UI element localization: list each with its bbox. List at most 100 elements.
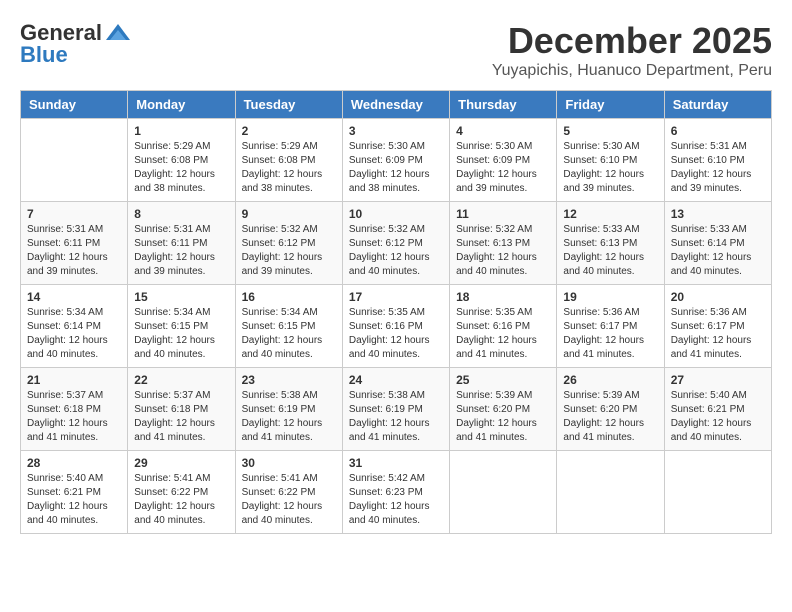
day-number: 24: [349, 373, 443, 387]
calendar-day-header: Tuesday: [235, 91, 342, 119]
calendar-cell: 4 Sunrise: 5:30 AM Sunset: 6:09 PM Daylig…: [450, 119, 557, 202]
day-info: Sunrise: 5:32 AM Sunset: 6:13 PM Dayligh…: [456, 223, 550, 279]
day-number: 31: [349, 456, 443, 470]
calendar-day-header: Wednesday: [342, 91, 449, 119]
day-number: 1: [134, 124, 228, 138]
calendar-cell: 2 Sunrise: 5:29 AM Sunset: 6:08 PM Daylig…: [235, 119, 342, 202]
logo-blue-text: Blue: [20, 42, 68, 68]
day-info: Sunrise: 5:32 AM Sunset: 6:12 PM Dayligh…: [242, 223, 336, 279]
day-number: 26: [563, 373, 657, 387]
calendar-day-header: Sunday: [21, 91, 128, 119]
day-info: Sunrise: 5:32 AM Sunset: 6:12 PM Dayligh…: [349, 223, 443, 279]
day-info: Sunrise: 5:37 AM Sunset: 6:18 PM Dayligh…: [134, 389, 228, 445]
day-number: 11: [456, 207, 550, 221]
day-info: Sunrise: 5:38 AM Sunset: 6:19 PM Dayligh…: [242, 389, 336, 445]
day-info: Sunrise: 5:41 AM Sunset: 6:22 PM Dayligh…: [242, 472, 336, 528]
day-number: 4: [456, 124, 550, 138]
day-info: Sunrise: 5:33 AM Sunset: 6:14 PM Dayligh…: [671, 223, 765, 279]
day-info: Sunrise: 5:30 AM Sunset: 6:10 PM Dayligh…: [563, 140, 657, 196]
calendar-week-row: 1 Sunrise: 5:29 AM Sunset: 6:08 PM Daylig…: [21, 119, 772, 202]
day-number: 14: [27, 290, 121, 304]
calendar-day-header: Saturday: [664, 91, 771, 119]
month-title: December 2025: [492, 20, 772, 62]
location-title: Yuyapichis, Huanuco Department, Peru: [492, 62, 772, 80]
calendar-cell: 5Sunrise: 5:30 AM Sunset: 6:10 PM Daylig…: [557, 119, 664, 202]
day-number: 17: [349, 290, 443, 304]
day-info: Sunrise: 5:29 AM Sunset: 6:08 PM Dayligh…: [134, 140, 228, 196]
calendar-cell: 15 Sunrise: 5:34 AM Sunset: 6:15 PM Dayli…: [128, 285, 235, 368]
day-info: Sunrise: 5:35 AM Sunset: 6:16 PM Dayligh…: [456, 306, 550, 362]
calendar-cell: 6Sunrise: 5:31 AM Sunset: 6:10 PM Daylig…: [664, 119, 771, 202]
day-number: 16: [242, 290, 336, 304]
calendar-cell: 20 Sunrise: 5:36 AM Sunset: 6:17 PM Dayli…: [664, 285, 771, 368]
calendar-cell: 10Sunrise: 5:32 AM Sunset: 6:12 PM Dayli…: [342, 202, 449, 285]
day-number: 19: [563, 290, 657, 304]
day-info: Sunrise: 5:30 AM Sunset: 6:09 PM Dayligh…: [456, 140, 550, 196]
calendar-cell: 30 Sunrise: 5:41 AM Sunset: 6:22 PM Dayli…: [235, 451, 342, 534]
calendar-cell: 31 Sunrise: 5:42 AM Sunset: 6:23 PM Dayli…: [342, 451, 449, 534]
calendar-cell: 7Sunrise: 5:31 AM Sunset: 6:11 PM Daylig…: [21, 202, 128, 285]
day-number: 29: [134, 456, 228, 470]
calendar-cell: 16Sunrise: 5:34 AM Sunset: 6:15 PM Dayli…: [235, 285, 342, 368]
day-info: Sunrise: 5:40 AM Sunset: 6:21 PM Dayligh…: [27, 472, 121, 528]
calendar-cell: [664, 451, 771, 534]
calendar-cell: [21, 119, 128, 202]
day-number: 8: [134, 207, 228, 221]
day-info: Sunrise: 5:31 AM Sunset: 6:11 PM Dayligh…: [134, 223, 228, 279]
day-info: Sunrise: 5:36 AM Sunset: 6:17 PM Dayligh…: [563, 306, 657, 362]
calendar-cell: 28 Sunrise: 5:40 AM Sunset: 6:21 PM Dayli…: [21, 451, 128, 534]
logo-icon: [104, 22, 132, 44]
calendar-cell: 14 Sunrise: 5:34 AM Sunset: 6:14 PM Dayli…: [21, 285, 128, 368]
day-number: 20: [671, 290, 765, 304]
day-number: 18: [456, 290, 550, 304]
day-info: Sunrise: 5:42 AM Sunset: 6:23 PM Dayligh…: [349, 472, 443, 528]
calendar-cell: 9Sunrise: 5:32 AM Sunset: 6:12 PM Daylig…: [235, 202, 342, 285]
day-info: Sunrise: 5:30 AM Sunset: 6:09 PM Dayligh…: [349, 140, 443, 196]
calendar-cell: 19 Sunrise: 5:36 AM Sunset: 6:17 PM Dayli…: [557, 285, 664, 368]
day-number: 13: [671, 207, 765, 221]
header: General Blue December 2025 Yuyapichis, H…: [20, 20, 772, 80]
calendar-week-row: 14 Sunrise: 5:34 AM Sunset: 6:14 PM Dayli…: [21, 285, 772, 368]
calendar-day-header: Friday: [557, 91, 664, 119]
day-number: 22: [134, 373, 228, 387]
calendar-cell: 22 Sunrise: 5:37 AM Sunset: 6:18 PM Dayli…: [128, 368, 235, 451]
day-number: 23: [242, 373, 336, 387]
day-number: 12: [563, 207, 657, 221]
day-number: 27: [671, 373, 765, 387]
day-number: 7: [27, 207, 121, 221]
calendar-cell: 17 Sunrise: 5:35 AM Sunset: 6:16 PM Dayli…: [342, 285, 449, 368]
calendar-cell: 1 Sunrise: 5:29 AM Sunset: 6:08 PM Daylig…: [128, 119, 235, 202]
day-info: Sunrise: 5:34 AM Sunset: 6:15 PM Dayligh…: [134, 306, 228, 362]
day-info: Sunrise: 5:41 AM Sunset: 6:22 PM Dayligh…: [134, 472, 228, 528]
day-info: Sunrise: 5:37 AM Sunset: 6:18 PM Dayligh…: [27, 389, 121, 445]
day-info: Sunrise: 5:39 AM Sunset: 6:20 PM Dayligh…: [456, 389, 550, 445]
calendar-cell: [450, 451, 557, 534]
calendar-header-row: SundayMondayTuesdayWednesdayThursdayFrid…: [21, 91, 772, 119]
calendar-cell: 8 Sunrise: 5:31 AM Sunset: 6:11 PM Daylig…: [128, 202, 235, 285]
day-info: Sunrise: 5:36 AM Sunset: 6:17 PM Dayligh…: [671, 306, 765, 362]
day-info: Sunrise: 5:31 AM Sunset: 6:10 PM Dayligh…: [671, 140, 765, 196]
day-number: 28: [27, 456, 121, 470]
calendar-cell: 11 Sunrise: 5:32 AM Sunset: 6:13 PM Dayli…: [450, 202, 557, 285]
calendar-week-row: 7 Sunrise: 5:31 AM Sunset: 6:11 PM Daylig…: [21, 202, 772, 285]
day-number: 30: [242, 456, 336, 470]
day-info: Sunrise: 5:38 AM Sunset: 6:19 PM Dayligh…: [349, 389, 443, 445]
day-number: 15: [134, 290, 228, 304]
calendar-cell: [557, 451, 664, 534]
day-number: 3: [349, 124, 443, 138]
calendar-cell: 23 Sunrise: 5:38 AM Sunset: 6:19 PM Dayli…: [235, 368, 342, 451]
calendar-cell: 12Sunrise: 5:33 AM Sunset: 6:13 PM Dayli…: [557, 202, 664, 285]
day-info: Sunrise: 5:40 AM Sunset: 6:21 PM Dayligh…: [671, 389, 765, 445]
day-number: 21: [27, 373, 121, 387]
calendar: SundayMondayTuesdayWednesdayThursdayFrid…: [20, 90, 772, 534]
title-area: December 2025 Yuyapichis, Huanuco Depart…: [492, 20, 772, 80]
day-info: Sunrise: 5:29 AM Sunset: 6:08 PM Dayligh…: [242, 140, 336, 196]
calendar-cell: 26Sunrise: 5:39 AM Sunset: 6:20 PM Dayli…: [557, 368, 664, 451]
day-info: Sunrise: 5:34 AM Sunset: 6:14 PM Dayligh…: [27, 306, 121, 362]
calendar-week-row: 21 Sunrise: 5:37 AM Sunset: 6:18 PM Dayli…: [21, 368, 772, 451]
calendar-week-row: 28 Sunrise: 5:40 AM Sunset: 6:21 PM Dayli…: [21, 451, 772, 534]
calendar-day-header: Thursday: [450, 91, 557, 119]
calendar-cell: 24 Sunrise: 5:38 AM Sunset: 6:19 PM Dayli…: [342, 368, 449, 451]
day-info: Sunrise: 5:35 AM Sunset: 6:16 PM Dayligh…: [349, 306, 443, 362]
day-number: 2: [242, 124, 336, 138]
